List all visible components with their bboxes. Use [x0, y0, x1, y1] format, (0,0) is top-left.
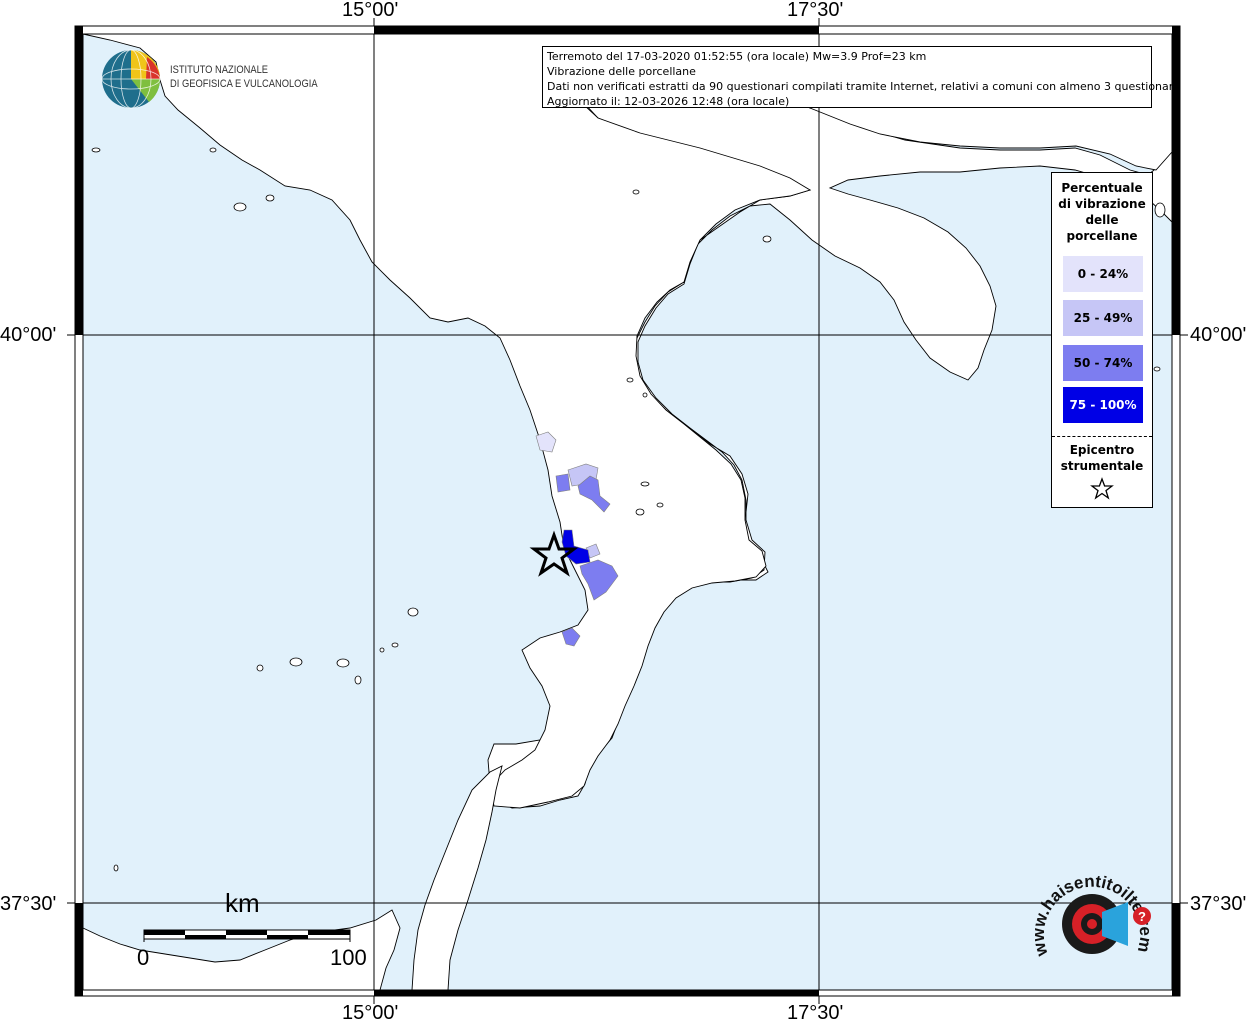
- coord-label-right-upper: 40°00': [1190, 324, 1247, 346]
- coord-label-top-right: 17°30': [787, 0, 844, 21]
- legend-class-25-49: 25 - 49%: [1063, 300, 1143, 336]
- haisentito-logo: www.haisentitoilterremoto.it ?: [1030, 862, 1155, 959]
- legend-separator: [1052, 436, 1152, 437]
- coord-label-top-left: 15°00': [342, 0, 399, 21]
- ingv-logo-text: ISTITUTO NAZIONALE DI GEOFISICA E VULCAN…: [170, 63, 318, 91]
- ingv-logo-line1: ISTITUTO NAZIONALE: [170, 64, 269, 76]
- legend-class-0-24: 0 - 24%: [1063, 256, 1143, 292]
- legend-epicenter-title: Epicentro strumentale: [1052, 442, 1152, 474]
- legend-class-75-100: 75 - 100%: [1063, 387, 1143, 423]
- legend-title: Percentuale di vibrazione delle porcella…: [1052, 180, 1152, 244]
- legend-title-line: di vibrazione: [1058, 197, 1146, 211]
- legend-title-line: porcellane: [1066, 229, 1138, 243]
- scale-unit-label: km: [225, 888, 260, 918]
- legend-title-line: delle: [1085, 213, 1119, 227]
- legend: Percentuale di vibrazione delle porcella…: [1051, 172, 1153, 508]
- coord-label-bottom-left: 15°00': [342, 1002, 399, 1024]
- coord-label-left-upper: 40°00': [0, 324, 57, 346]
- event-info-line4: Aggiornato il: 12-03-2026 12:48 (ora loc…: [547, 95, 790, 108]
- legend-epicenter-line: Epicentro: [1069, 443, 1135, 457]
- star-outline-icon: [1090, 477, 1114, 500]
- event-info-line1: Terremoto del 17-03-2020 01:52:55 (ora l…: [547, 50, 927, 63]
- legend-title-line: Percentuale: [1061, 181, 1143, 195]
- ingv-logo-line2: DI GEOFISICA E VULCANOLOGIA: [170, 78, 318, 90]
- svg-text:?: ?: [1138, 909, 1146, 924]
- event-info-box: Terremoto del 17-03-2020 01:52:55 (ora l…: [542, 46, 1180, 108]
- legend-class-50-74: 50 - 74%: [1063, 345, 1143, 381]
- coord-label-bottom-right: 17°30': [787, 1002, 844, 1024]
- legend-epicenter-line: strumentale: [1060, 459, 1144, 473]
- scale-end-label: 100: [330, 945, 367, 970]
- scale-start-label: 0: [137, 945, 150, 970]
- event-info-line3: Dati non verificati estratti da 90 quest…: [547, 80, 1180, 93]
- event-info-line2: Vibrazione delle porcellane: [547, 65, 696, 78]
- coord-label-left-lower: 37°30': [0, 893, 57, 915]
- coord-label-right-lower: 37°30': [1190, 893, 1247, 915]
- municipality-class-50-74: [555, 473, 571, 493]
